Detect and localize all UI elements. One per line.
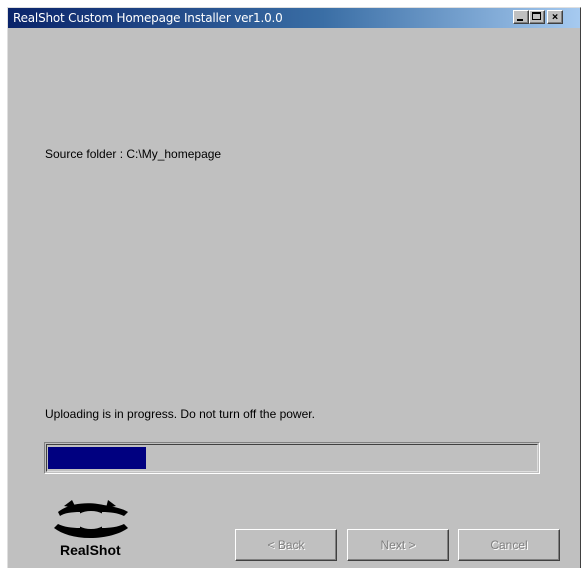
maximize-button[interactable] <box>529 10 545 24</box>
upload-status-label: Uploading is in progress. Do not turn of… <box>45 407 315 421</box>
cancel-button[interactable]: Cancel <box>458 529 560 561</box>
progress-fill <box>48 447 146 469</box>
source-folder-label: Source folder : C:\My_homepage <box>45 147 222 161</box>
upload-progress-bar <box>44 442 540 474</box>
back-button[interactable]: < Back <box>235 529 337 561</box>
realshot-logo-icon <box>54 500 128 538</box>
window-title: RealShot Custom Homepage Installer ver1.… <box>13 11 283 25</box>
progress-track <box>46 444 538 472</box>
maximize-icon <box>532 12 541 20</box>
logo-text: RealShot <box>60 542 121 558</box>
next-button[interactable]: Next > <box>347 529 449 561</box>
close-button[interactable]: × <box>547 10 563 24</box>
close-icon: × <box>551 10 559 23</box>
minimize-icon <box>517 19 523 21</box>
title-bar[interactable]: RealShot Custom Homepage Installer ver1.… <box>8 8 580 28</box>
realshot-logo: RealShot <box>46 498 146 564</box>
minimize-button[interactable] <box>513 10 529 24</box>
installer-window: RealShot Custom Homepage Installer ver1.… <box>7 7 581 568</box>
